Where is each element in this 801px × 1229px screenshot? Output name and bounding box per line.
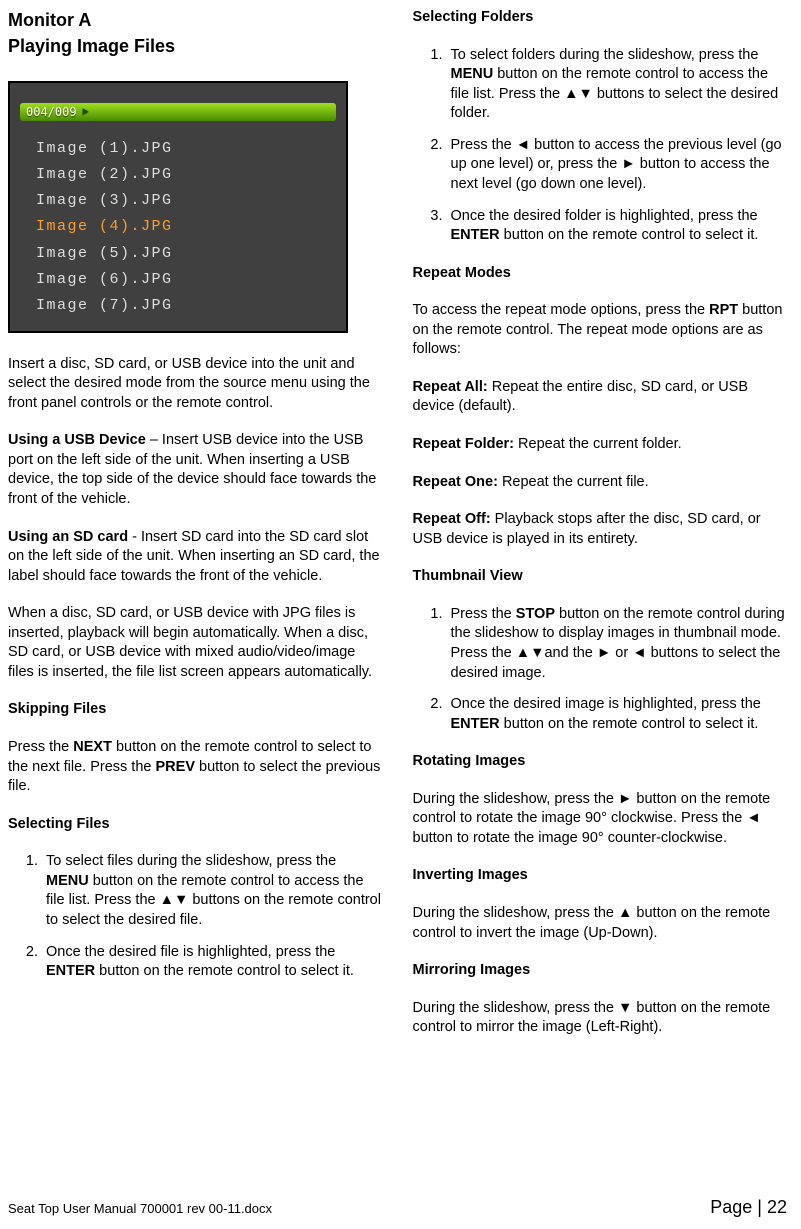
text: Press the bbox=[8, 739, 73, 755]
footer-page: Page | 22 bbox=[710, 1195, 787, 1219]
selecting-folders-heading: Selecting Folders bbox=[413, 8, 788, 28]
repeat-folder-label: Repeat Folder: bbox=[413, 436, 515, 452]
footer: Seat Top User Manual 700001 rev 00-11.do… bbox=[8, 1195, 787, 1219]
selecting-folders-list: To select folders during the slideshow, … bbox=[413, 46, 788, 246]
text: Repeat the current file. bbox=[498, 474, 649, 490]
repeat-one-label: Repeat One: bbox=[413, 474, 498, 490]
text: button on the remote control to select i… bbox=[95, 963, 354, 979]
repeat-off: Repeat Off: Playback stops after the dis… bbox=[413, 510, 788, 549]
file-row: Image (5).JPG bbox=[36, 244, 173, 264]
text: Once the desired file is highlighted, pr… bbox=[46, 944, 335, 960]
repeat-folder: Repeat Folder: Repeat the current folder… bbox=[413, 435, 788, 455]
text: button on the remote control to access t… bbox=[451, 66, 779, 121]
next-label: NEXT bbox=[73, 739, 112, 755]
file-row-selected: Image (4).JPG bbox=[36, 217, 173, 237]
text: To access the repeat mode options, press… bbox=[413, 302, 710, 318]
usb-label: Using a USB Device bbox=[8, 432, 146, 448]
intro-paragraph: Insert a disc, SD card, or USB device in… bbox=[8, 355, 383, 414]
usb-paragraph: Using a USB Device – Insert USB device i… bbox=[8, 431, 383, 509]
page-title-2: Playing Image Files bbox=[8, 34, 383, 58]
list-item: Once the desired folder is highlighted, … bbox=[447, 207, 788, 246]
repeat-all: Repeat All: Repeat the entire disc, SD c… bbox=[413, 378, 788, 417]
file-row: Image (7).JPG bbox=[36, 296, 173, 316]
text: To select files during the slideshow, pr… bbox=[46, 853, 336, 869]
list-item: Press the STOP button on the remote cont… bbox=[447, 605, 788, 683]
prev-label: PREV bbox=[156, 759, 196, 775]
inverting-heading: Inverting Images bbox=[413, 866, 788, 886]
enter-label: ENTER bbox=[451, 716, 500, 732]
page-title-1: Monitor A bbox=[8, 8, 383, 32]
list-item: To select folders during the slideshow, … bbox=[447, 46, 788, 124]
inverting-paragraph: During the slideshow, press the ▲ button… bbox=[413, 904, 788, 943]
thumbnail-heading: Thumbnail View bbox=[413, 567, 788, 587]
sd-paragraph: Using an SD card - Insert SD card into t… bbox=[8, 528, 383, 587]
repeat-intro: To access the repeat mode options, press… bbox=[413, 301, 788, 360]
footer-filename: Seat Top User Manual 700001 rev 00-11.do… bbox=[8, 1200, 272, 1218]
mirroring-heading: Mirroring Images bbox=[413, 961, 788, 981]
text: Once the desired image is highlighted, p… bbox=[451, 696, 761, 712]
text: Once the desired folder is highlighted, … bbox=[451, 208, 758, 224]
repeat-modes-heading: Repeat Modes bbox=[413, 264, 788, 284]
list-item: To select files during the slideshow, pr… bbox=[42, 852, 383, 930]
text: button on the remote control to select i… bbox=[500, 227, 759, 243]
text: Repeat the current folder. bbox=[514, 436, 682, 452]
rotating-heading: Rotating Images bbox=[413, 752, 788, 772]
file-list: Image (1).JPG Image (2).JPG Image (3).JP… bbox=[36, 139, 173, 323]
text: To select folders during the slideshow, … bbox=[451, 47, 759, 63]
rpt-label: RPT bbox=[709, 302, 738, 318]
enter-label: ENTER bbox=[46, 963, 95, 979]
selecting-files-heading: Selecting Files bbox=[8, 815, 383, 835]
counter-bar: 004/009 bbox=[20, 103, 336, 121]
repeat-all-label: Repeat All: bbox=[413, 379, 488, 395]
text: Press the bbox=[451, 606, 516, 622]
sd-label: Using an SD card bbox=[8, 529, 128, 545]
auto-paragraph: When a disc, SD card, or USB device with… bbox=[8, 604, 383, 682]
list-item: Once the desired file is highlighted, pr… bbox=[42, 943, 383, 982]
repeat-off-label: Repeat Off: bbox=[413, 511, 491, 527]
left-column: Monitor A Playing Image Files 004/009 Im… bbox=[8, 8, 383, 1038]
enter-label: ENTER bbox=[451, 227, 500, 243]
text: button on the remote control to access t… bbox=[46, 873, 381, 928]
device-screenshot: 004/009 Image (1).JPG Image (2).JPG Imag… bbox=[8, 81, 348, 333]
mirroring-paragraph: During the slideshow, press the ▼ button… bbox=[413, 999, 788, 1038]
skipping-files-heading: Skipping Files bbox=[8, 700, 383, 720]
file-row: Image (1).JPG bbox=[36, 139, 173, 159]
menu-label: MENU bbox=[46, 873, 89, 889]
menu-label: MENU bbox=[451, 66, 494, 82]
thumbnail-list: Press the STOP button on the remote cont… bbox=[413, 605, 788, 734]
list-item: Once the desired image is highlighted, p… bbox=[447, 695, 788, 734]
skipping-paragraph: Press the NEXT button on the remote cont… bbox=[8, 738, 383, 797]
text: button on the remote control to select i… bbox=[500, 716, 759, 732]
repeat-one: Repeat One: Repeat the current file. bbox=[413, 473, 788, 493]
right-column: Selecting Folders To select folders duri… bbox=[413, 8, 788, 1038]
selecting-files-list: To select files during the slideshow, pr… bbox=[8, 852, 383, 981]
list-item: Press the ◄ button to access the previou… bbox=[447, 136, 788, 195]
file-row: Image (3).JPG bbox=[36, 191, 173, 211]
file-row: Image (2).JPG bbox=[36, 165, 173, 185]
file-row: Image (6).JPG bbox=[36, 270, 173, 290]
stop-label: STOP bbox=[516, 606, 555, 622]
rotating-paragraph: During the slideshow, press the ► button… bbox=[413, 790, 788, 849]
